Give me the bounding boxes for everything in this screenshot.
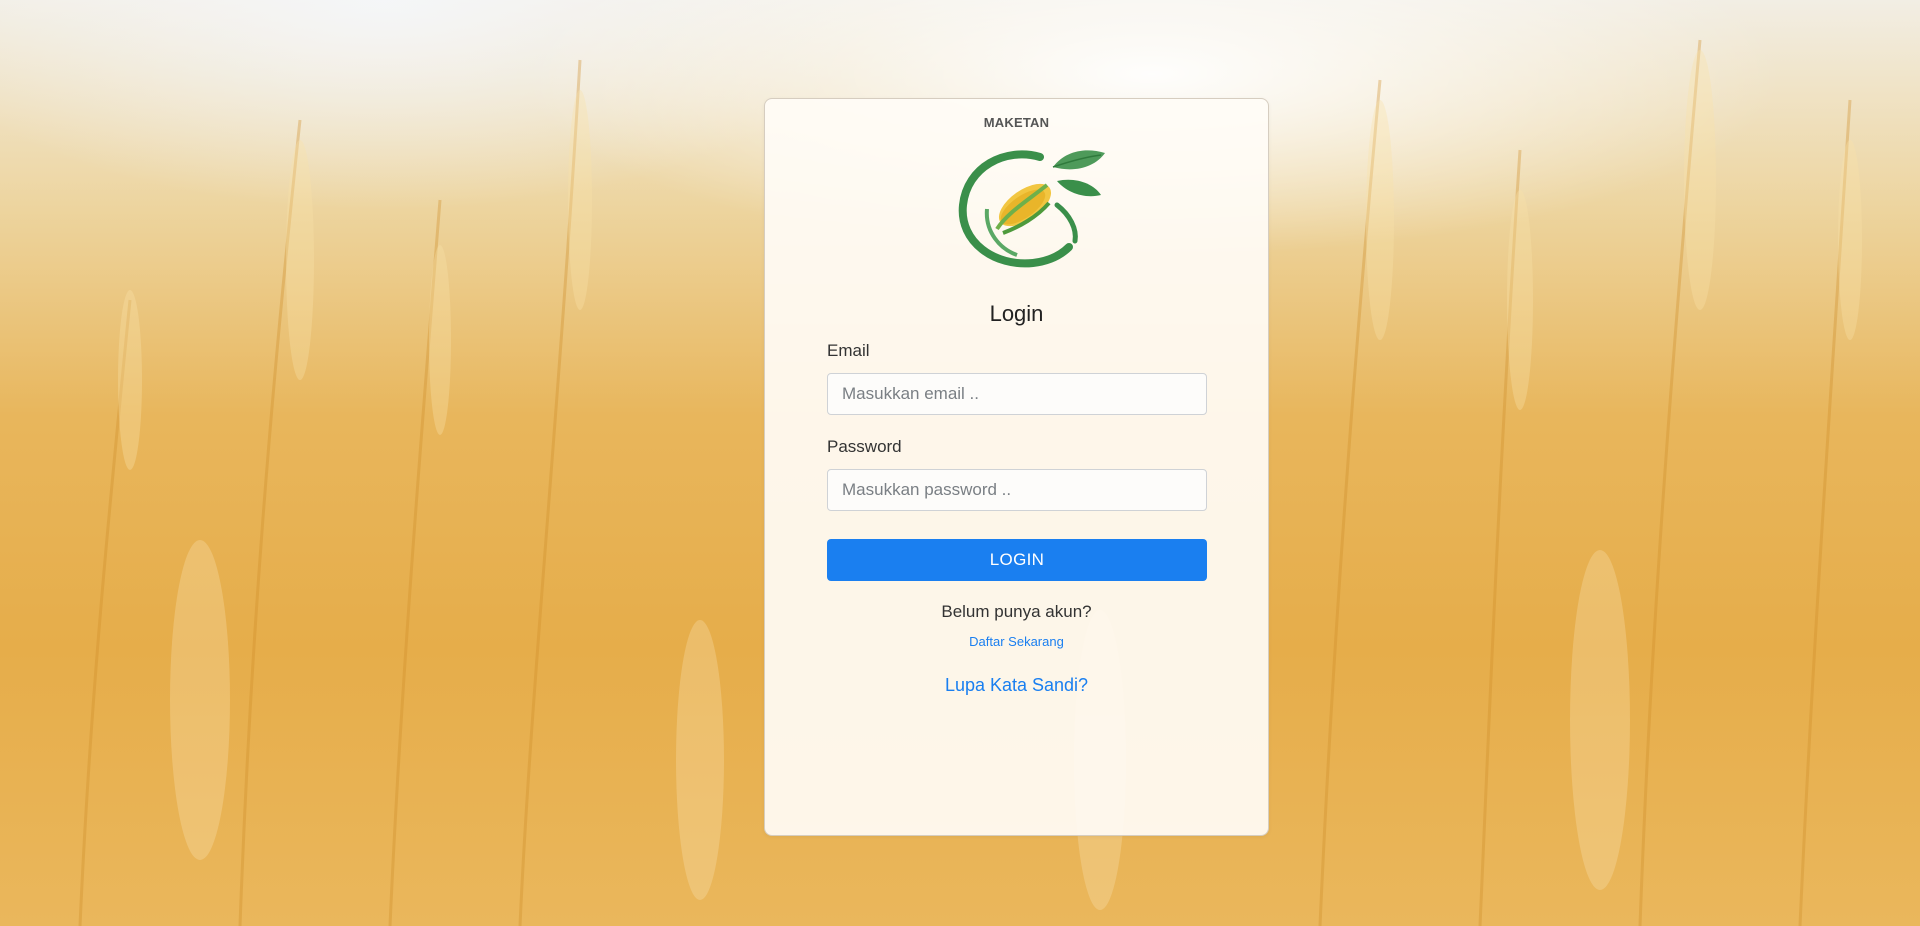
login-card: MAKETAN Login Email Password LOGIN Belum… xyxy=(764,98,1269,836)
corn-leaf-logo-icon xyxy=(958,150,1105,268)
forgot-password-link[interactable]: Lupa Kata Sandi? xyxy=(765,675,1268,696)
register-link[interactable]: Daftar Sekarang xyxy=(765,634,1268,649)
email-label: Email xyxy=(827,341,870,360)
login-title: Login xyxy=(989,301,1044,326)
email-input[interactable] xyxy=(827,373,1207,415)
login-button[interactable]: LOGIN xyxy=(827,539,1207,581)
no-account-text: Belum punya akun? xyxy=(941,602,1092,621)
password-input[interactable] xyxy=(827,469,1207,511)
password-label: Password xyxy=(827,437,902,456)
brand-name: MAKETAN xyxy=(983,115,1050,130)
